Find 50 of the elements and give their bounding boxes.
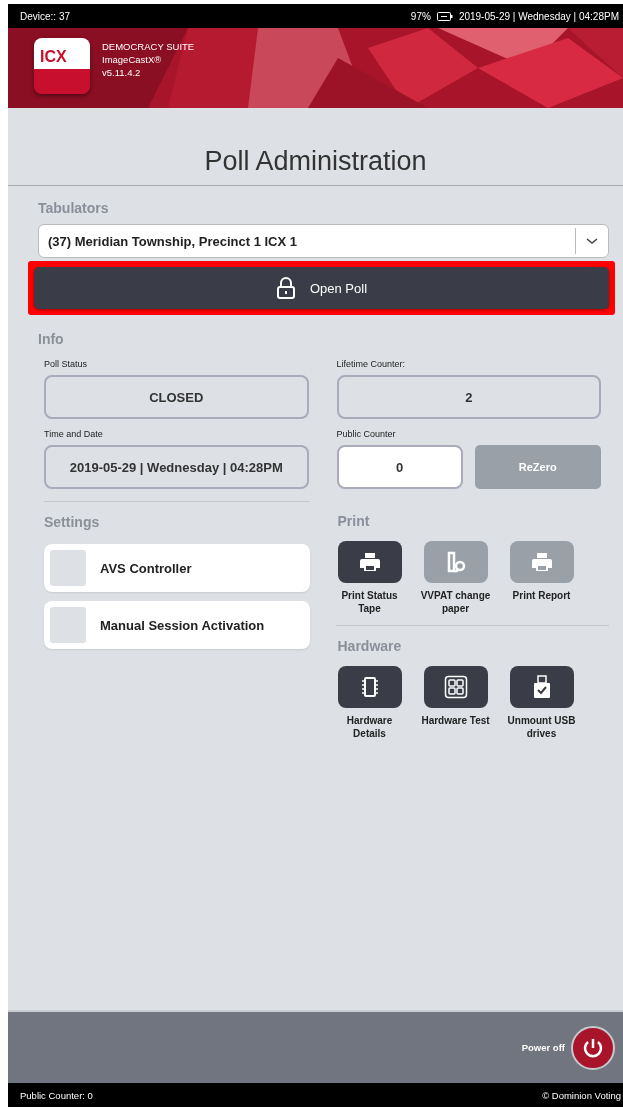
public-counter-status: Public Counter: 0 [20,1089,93,1101]
button-label: Hardware Details [345,714,394,740]
version-label: v5.11.4.2 [102,65,142,79]
value-display: 2019-05-29 | Wednesday | 04:28PM [44,445,309,489]
chevron-down-icon [586,237,598,245]
value-display: 2 [336,375,601,419]
suite-name: DEMOCRACY SUITE [102,39,195,53]
section-heading: Settings [44,514,101,530]
section-heading: Print [337,513,371,529]
section-heading: Info [38,331,65,347]
field-label: Public Counter [336,429,397,439]
page-title: Poll Administration [203,145,428,178]
button-label: Unmount USB drives [506,714,577,740]
battery-icon [436,11,453,21]
setting-label: Manual Session Activation [100,617,265,633]
button-label: Print Report [512,589,571,602]
padlock-icon [275,277,296,299]
button-label: VVPAT change paper [419,589,492,615]
section-heading: Hardware [337,638,403,654]
field-label: Poll Status [44,359,89,369]
printer-icon [358,551,381,573]
usb-check-icon [531,675,552,699]
section-heading: Tabulators [38,200,110,216]
field-label: Time and Date [44,429,104,439]
button-label: Print Status Tape [340,589,399,615]
tabulator-dropdown[interactable]: (37) Meridian Township, Precinct 1 ICX 1 [38,224,609,258]
setting-label: AVS Controller [100,560,192,576]
status-datetime: 2019-05-29 | Wednesday | 04:28PM [458,10,619,22]
product-name: ImageCastX® [102,52,163,66]
app-logo: ICX [34,38,90,94]
button-label: Hardware Test [421,714,490,727]
field-label: Lifetime Counter: [336,359,407,369]
usb-button[interactable] [509,666,574,708]
setting-row[interactable]: Manual Session Activation [44,601,310,649]
setting-row[interactable]: AVS Controller [44,544,310,592]
checkbox[interactable] [50,550,86,586]
power-button[interactable] [571,1025,615,1070]
printer-icon [530,551,553,573]
device-label: Device:: 37 [20,10,71,22]
grid-icon [443,675,468,699]
copyright-text: © Dominion Voting [542,1089,621,1101]
printer-button[interactable] [337,541,402,583]
open-poll-button[interactable]: Open Poll [34,267,609,309]
power-off-label: Power off [521,1042,565,1053]
value-display: CLOSED [44,375,309,419]
battery-level: 97% [410,10,431,22]
chip-button[interactable] [337,666,402,708]
grid-button[interactable] [423,666,488,708]
checkbox[interactable] [50,607,86,643]
counter-display: 0 [336,445,463,489]
